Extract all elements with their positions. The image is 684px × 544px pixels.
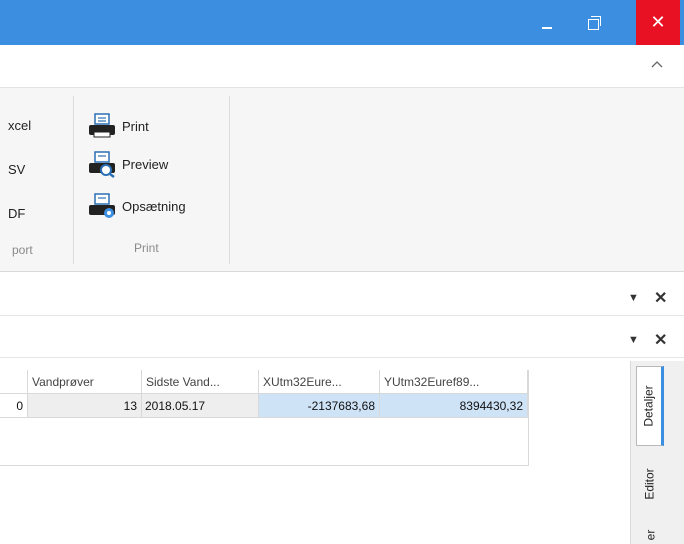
export-group-label: port [12, 243, 33, 257]
restore-button[interactable] [578, 0, 612, 45]
column-header[interactable]: XUtm32Eure... [259, 370, 380, 394]
close-icon: ✕ [650, 12, 666, 32]
data-grid[interactable]: Vandprøver Sidste Vand... XUtm32Eure... … [0, 370, 529, 466]
tab-detaljer[interactable]: Detaljer [636, 366, 664, 446]
print-group-label: Print [134, 241, 159, 255]
panel-header: ▼ ✕ [0, 323, 684, 358]
table-cell[interactable]: 2018.05.17 [142, 394, 259, 418]
ribbon: xcel SV DF port Print Preview Opsætning … [0, 87, 684, 272]
preview-label: Preview [122, 156, 169, 172]
export-excel-button[interactable]: xcel [8, 118, 31, 133]
export-csv-button[interactable]: SV [8, 162, 25, 177]
preview-button[interactable]: Preview [86, 150, 168, 178]
column-header[interactable] [0, 370, 28, 394]
collapse-ribbon-icon[interactable] [650, 58, 664, 72]
minimize-icon [542, 26, 552, 29]
print-setup-button[interactable]: Opsætning [86, 192, 186, 220]
ribbon-separator [73, 96, 74, 264]
table-cell[interactable]: -2137683,68 [259, 394, 380, 418]
print-label: Print [122, 118, 149, 134]
print-button[interactable]: Print [86, 112, 149, 140]
ribbon-tab-bar [0, 45, 684, 87]
panel-menu-dropdown-icon[interactable]: ▼ [628, 334, 639, 346]
printer-icon [89, 113, 115, 138]
column-header[interactable]: Vandprøver [28, 370, 142, 394]
panel-menu-dropdown-icon[interactable]: ▼ [628, 292, 639, 304]
tab-editor[interactable]: Editor [636, 452, 664, 516]
tab-truncated[interactable]: er [636, 526, 664, 544]
print-setup-label: Opsætning [122, 198, 186, 214]
export-pdf-button[interactable]: DF [8, 206, 25, 221]
table-cell[interactable]: 13 [28, 394, 142, 418]
column-header[interactable]: YUtm32Euref89... [380, 370, 528, 394]
panel-close-icon[interactable]: ✕ [654, 288, 667, 308]
column-header[interactable]: Sidste Vand... [142, 370, 259, 394]
print-setup-icon [89, 193, 115, 218]
close-button[interactable]: ✕ [636, 0, 680, 45]
print-preview-icon [89, 151, 115, 178]
panel-close-icon[interactable]: ✕ [654, 330, 667, 350]
table-cell[interactable]: 8394430,32 [380, 394, 528, 418]
minimize-button[interactable] [530, 0, 564, 45]
table-cell[interactable]: 0 [0, 394, 28, 418]
ribbon-separator [229, 96, 230, 264]
panel-header: ▼ ✕ [0, 281, 684, 316]
